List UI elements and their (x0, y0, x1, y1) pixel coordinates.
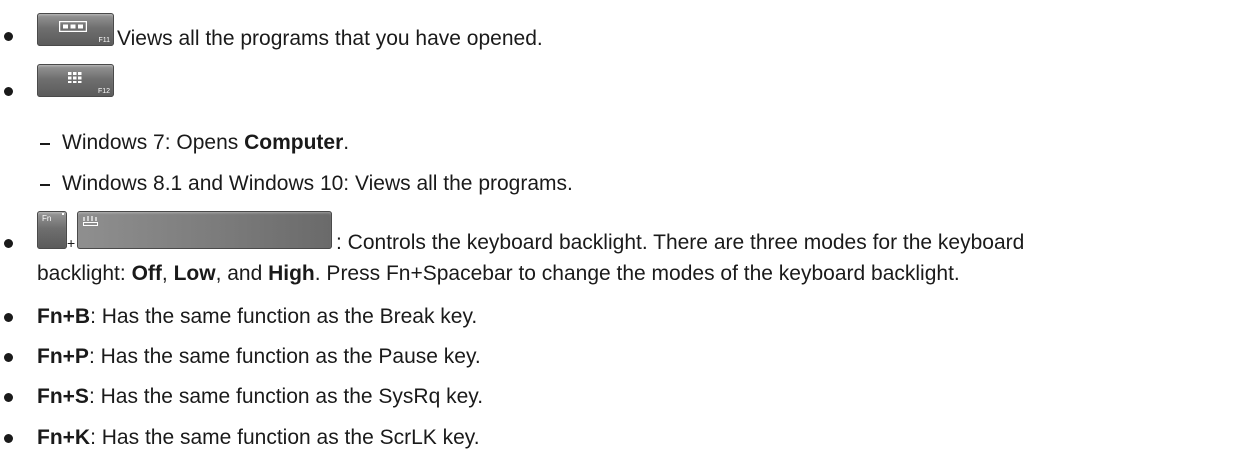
fn-key-label: Fn (42, 214, 52, 223)
dash-marker (40, 184, 50, 186)
dash-marker (40, 143, 50, 145)
spacebar-key (77, 211, 332, 249)
plus-sign: + (67, 235, 76, 251)
item-text: Fn+S: Has the same function as the SysRq… (37, 385, 484, 408)
item-text-line2: backlight: Off, Low, and High. Press Fn+… (37, 262, 960, 285)
bullet (4, 32, 13, 41)
item-text-line1: : Controls the keyboard backlight. There… (336, 231, 1025, 254)
sub-item-text: Windows 7: Opens Computer. (62, 131, 350, 154)
fn-lock-dot (62, 213, 64, 215)
bullet (4, 434, 13, 443)
bullet (4, 313, 13, 322)
item-text: Views all the programs that you have ope… (117, 27, 543, 50)
item-text: Fn+K: Has the same function as the ScrLK… (37, 426, 480, 449)
fn-key: Fn (37, 211, 67, 249)
item-text: Fn+B: Has the same function as the Break… (37, 305, 478, 328)
key-sublabel: F12 (97, 88, 110, 95)
f12-key: F12 (37, 64, 114, 97)
bullet (4, 393, 13, 402)
bullet (4, 353, 13, 362)
item-text: Fn+P: Has the same function as the Pause… (37, 345, 481, 368)
keyboard-backlight-icon (83, 216, 98, 226)
bullet (4, 87, 13, 96)
sub-item-text: Windows 8.1 and Windows 10: Views all th… (62, 172, 573, 195)
windows-overview-icon (59, 21, 87, 32)
apps-grid-icon (68, 72, 82, 83)
key-sublabel: F11 (98, 37, 110, 44)
f11-key: F11 (37, 13, 114, 46)
document-page: F11 Views all the programs that you have… (0, 0, 1235, 458)
bullet (4, 239, 13, 248)
